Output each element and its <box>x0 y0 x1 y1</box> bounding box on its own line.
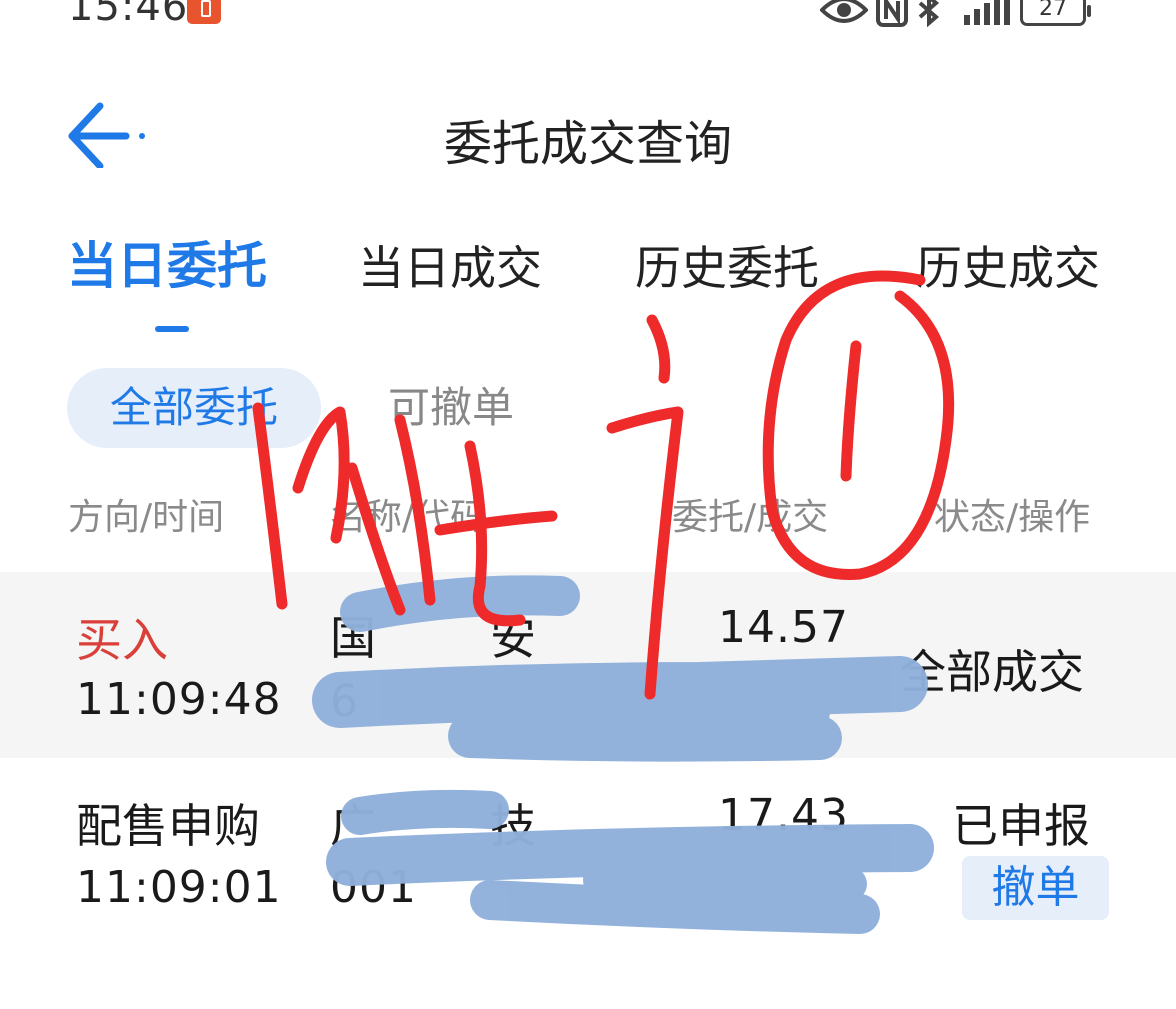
column-header-order-trade: 委托/成交 <box>672 497 829 538</box>
column-header-name-code: 名称/代码 <box>330 497 487 538</box>
column-header-status-action: 状态/操作 <box>934 497 1091 538</box>
status-time: 15:46 <box>68 0 189 30</box>
order-time: 11:09:01 <box>76 862 282 913</box>
eye-icon <box>820 0 868 23</box>
table-row[interactable]: 买入 11:09:48 国 安 6 14.57 全部成交 <box>0 572 1176 758</box>
order-price: 14.57 <box>718 602 849 653</box>
tab-today-trades[interactable]: 当日成交 <box>358 232 542 298</box>
bluetooth-icon <box>918 0 940 27</box>
filter-all-orders[interactable]: 全部委托 <box>67 368 321 448</box>
order-price: 17.43 <box>718 790 849 841</box>
alert-badge-icon <box>187 0 221 24</box>
battery-icon: 27 <box>1020 0 1091 26</box>
order-status: 全部成交 <box>900 645 1084 699</box>
order-direction: 买入 <box>76 613 168 667</box>
stock-name-tail: 技 <box>490 799 536 853</box>
order-status: 已申报 <box>952 799 1090 853</box>
stock-name-tail: 安 <box>490 611 536 665</box>
nfc-icon <box>876 0 908 27</box>
column-header-direction-time: 方向/时间 <box>68 497 225 538</box>
filter-bar: 全部委托 可撤单 <box>0 368 1176 450</box>
tab-today-orders[interactable]: 当日委托 <box>67 226 267 298</box>
page-title: 委托成交查询 <box>443 116 732 172</box>
tab-history-orders[interactable]: 历史委托 <box>635 232 819 298</box>
5g-signal-icon <box>964 0 1010 25</box>
status-icons: 27 <box>820 0 1091 28</box>
stock-code: 001 <box>330 862 417 913</box>
filter-cancellable[interactable]: 可撤单 <box>388 368 514 448</box>
stock-name: 国 <box>330 611 376 665</box>
cancel-order-button[interactable]: 撤单 <box>962 856 1109 920</box>
order-direction: 配售申购 <box>76 799 260 853</box>
status-bar: 15:46 27 <box>0 0 1176 40</box>
nav-bar: 委托成交查询 <box>0 90 1176 180</box>
table-row[interactable]: 配售申购 11:09:01 广 技 001 17.43 已申报 撤单 <box>0 758 1176 938</box>
tab-bar: 当日委托 当日成交 历史委托 历史成交 <box>0 226 1176 336</box>
order-time: 11:09:48 <box>76 674 282 725</box>
tab-active-indicator <box>155 326 189 332</box>
tab-history-trades[interactable]: 历史成交 <box>916 232 1100 298</box>
stock-code: 6 <box>330 676 359 727</box>
stock-name: 广 <box>330 799 376 853</box>
